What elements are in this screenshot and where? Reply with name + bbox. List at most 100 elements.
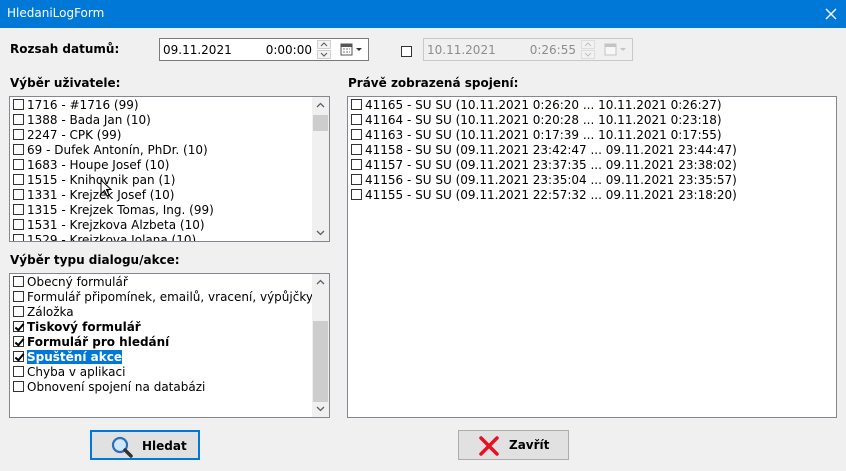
search-button[interactable]: Hledat bbox=[90, 430, 200, 460]
checkbox[interactable] bbox=[13, 381, 24, 392]
list-item-label: 41164 - SU SU (10.11.2021 0:20:28 ... 10… bbox=[365, 113, 722, 127]
checkbox[interactable] bbox=[13, 291, 24, 302]
checkbox[interactable] bbox=[13, 189, 24, 200]
spin-down-icon[interactable] bbox=[317, 50, 331, 59]
list-item[interactable]: 1529 - Krejzkova Jolana (10) bbox=[10, 233, 329, 242]
list-item-label: 41155 - SU SU (09.11.2021 22:57:32 ... 0… bbox=[365, 188, 737, 202]
checkbox[interactable] bbox=[13, 114, 24, 125]
time-to-value: 0:26:55 bbox=[529, 43, 576, 57]
list-item[interactable]: 1388 - Bada Jan (10) bbox=[10, 113, 329, 128]
checkbox[interactable] bbox=[13, 234, 24, 241]
list-item[interactable]: 41164 - SU SU (10.11.2021 0:20:28 ... 10… bbox=[348, 113, 836, 128]
calendar-dropdown-button bbox=[602, 40, 630, 59]
checkbox[interactable] bbox=[351, 99, 362, 110]
list-item-label: Spuštění akce bbox=[26, 349, 123, 365]
dialog-types-scrollbar[interactable] bbox=[312, 274, 329, 417]
checkbox[interactable] bbox=[13, 276, 24, 287]
list-item[interactable]: 41165 - SU SU (10.11.2021 0:26:20 ... 10… bbox=[348, 98, 836, 113]
checkbox[interactable] bbox=[351, 144, 362, 155]
window-title: HledaniLogForm bbox=[7, 6, 105, 20]
checkbox[interactable] bbox=[401, 46, 412, 57]
list-item[interactable]: 41157 - SU SU (09.11.2021 23:37:35 ... 0… bbox=[348, 158, 836, 173]
dialog-types-checklist[interactable]: Obecný formulář Formulář připomínek, emai… bbox=[9, 273, 330, 418]
list-item-label: 1315 - Krejzek Tomas, Ing. (99) bbox=[27, 203, 214, 217]
checkbox[interactable] bbox=[13, 174, 24, 185]
list-item[interactable]: 1515 - Knihovnik pan (1) bbox=[10, 173, 329, 188]
checkbox[interactable] bbox=[13, 366, 24, 377]
list-item[interactable]: Spuštění akce bbox=[10, 349, 329, 365]
scroll-thumb[interactable] bbox=[313, 321, 328, 402]
list-item[interactable]: Formulář pro hledání bbox=[10, 335, 329, 350]
list-item[interactable]: 69 - Dufek Antonín, PhDr. (10) bbox=[10, 143, 329, 158]
list-item[interactable]: Obecný formulář bbox=[10, 275, 329, 290]
list-item[interactable]: 1716 - #1716 (99) bbox=[10, 98, 329, 113]
date-to-enable-checkbox[interactable] bbox=[401, 44, 412, 58]
checkbox[interactable] bbox=[13, 159, 24, 170]
list-item-label: 41158 - SU SU (09.11.2021 23:42:47 ... 0… bbox=[365, 143, 737, 157]
checkbox[interactable] bbox=[351, 114, 362, 125]
checkbox[interactable] bbox=[13, 144, 24, 155]
list-item[interactable]: 2247 - CPK (99) bbox=[10, 128, 329, 143]
checkbox[interactable] bbox=[13, 204, 24, 215]
checkbox[interactable] bbox=[351, 189, 362, 200]
time-from-spinner[interactable] bbox=[317, 40, 331, 59]
scroll-up-icon[interactable] bbox=[312, 97, 329, 114]
checkbox[interactable] bbox=[13, 306, 24, 317]
checkbox[interactable] bbox=[351, 129, 362, 140]
scroll-down-icon[interactable] bbox=[312, 224, 329, 241]
checkbox[interactable] bbox=[13, 219, 24, 230]
list-item-label: 2247 - CPK (99) bbox=[27, 128, 122, 142]
chevron-down-icon bbox=[356, 48, 362, 51]
users-label: Výběr uživatele: bbox=[10, 76, 121, 90]
list-item[interactable]: 1331 - Krejzek Josef (10) bbox=[10, 188, 329, 203]
list-item-label: 41165 - SU SU (10.11.2021 0:26:20 ... 10… bbox=[365, 98, 722, 112]
list-item-label: 1529 - Krejzkova Jolana (10) bbox=[27, 233, 197, 242]
checkbox[interactable] bbox=[13, 336, 24, 347]
date-from-value[interactable]: 09.11.2021 bbox=[163, 43, 232, 57]
list-item-label: Tiskový formulář bbox=[27, 320, 141, 334]
spin-down-icon bbox=[581, 50, 595, 59]
scroll-thumb[interactable] bbox=[313, 115, 328, 131]
list-item-label: 41156 - SU SU (09.11.2021 23:35:04 ... 0… bbox=[365, 173, 737, 187]
list-item[interactable]: 41156 - SU SU (09.11.2021 23:35:04 ... 0… bbox=[348, 173, 836, 188]
checkbox[interactable] bbox=[13, 129, 24, 140]
users-checklist[interactable]: 1716 - #1716 (99) 1388 - Bada Jan (10) 224… bbox=[9, 96, 330, 242]
spin-up-icon[interactable] bbox=[317, 40, 331, 49]
list-item[interactable]: 1683 - Houpe Josef (10) bbox=[10, 158, 329, 173]
users-scrollbar[interactable] bbox=[312, 97, 329, 241]
calendar-dropdown-button[interactable] bbox=[338, 40, 366, 59]
connections-checklist[interactable]: 41165 - SU SU (10.11.2021 0:26:20 ... 10… bbox=[347, 96, 837, 418]
checkbox[interactable] bbox=[351, 174, 362, 185]
list-item-label: Obecný formulář bbox=[27, 275, 128, 289]
date-to-picker: 10.11.2021 0:26:55 bbox=[423, 38, 633, 61]
scroll-down-icon[interactable] bbox=[312, 400, 329, 417]
list-item[interactable]: 1315 - Krejzek Tomas, Ing. (99) bbox=[10, 203, 329, 218]
checkbox[interactable] bbox=[13, 321, 24, 332]
time-from-value[interactable]: 0:00:00 bbox=[266, 43, 312, 57]
list-item[interactable]: Obnovení spojení na databázi bbox=[10, 380, 329, 395]
dialog-types-label: Výběr typu dialogu/akce: bbox=[10, 253, 180, 267]
list-item[interactable]: 1531 - Krejzkova Alzbeta (10) bbox=[10, 218, 329, 233]
date-from-picker[interactable]: 09.11.2021 0:00:00 bbox=[159, 38, 369, 61]
list-item-label: Formulář připomínek, emailů, vracení, vý… bbox=[27, 290, 313, 304]
date-to-value: 10.11.2021 bbox=[427, 43, 496, 57]
checkbox[interactable] bbox=[13, 99, 24, 110]
search-button-label: Hledat bbox=[142, 439, 187, 453]
scroll-up-icon[interactable] bbox=[312, 274, 329, 291]
title-bar: HledaniLogForm bbox=[0, 0, 846, 28]
time-to-spinner bbox=[581, 40, 595, 59]
checkbox[interactable] bbox=[13, 351, 24, 362]
close-window-icon[interactable] bbox=[816, 0, 846, 28]
calendar-icon bbox=[340, 43, 353, 56]
close-button[interactable]: Zavřít bbox=[458, 430, 569, 460]
list-item[interactable]: 41163 - SU SU (10.11.2021 0:17:39 ... 10… bbox=[348, 128, 836, 143]
list-item[interactable]: Chyba v aplikaci bbox=[10, 365, 329, 380]
list-item[interactable]: 41155 - SU SU (09.11.2021 22:57:32 ... 0… bbox=[348, 188, 836, 203]
list-item-label: 1531 - Krejzkova Alzbeta (10) bbox=[27, 218, 205, 232]
checkbox[interactable] bbox=[351, 159, 362, 170]
list-item[interactable]: 41158 - SU SU (09.11.2021 23:42:47 ... 0… bbox=[348, 143, 836, 158]
list-item[interactable]: Záložka bbox=[10, 305, 329, 320]
list-item-label: Záložka bbox=[27, 305, 74, 319]
list-item[interactable]: Formulář připomínek, emailů, vracení, vý… bbox=[10, 290, 329, 305]
list-item[interactable]: Tiskový formulář bbox=[10, 320, 329, 335]
